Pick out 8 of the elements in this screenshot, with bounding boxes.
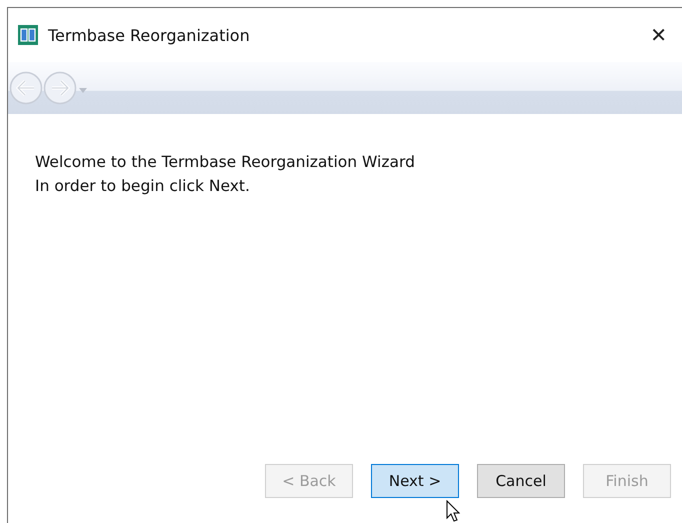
book-icon	[18, 25, 38, 45]
close-button[interactable]: ✕	[644, 23, 673, 47]
window-title: Termbase Reorganization	[48, 26, 250, 44]
wizard-text: Welcome to the Termbase Reorganization Wizard	[35, 152, 416, 173]
wizard-button[interactable]: Next >	[371, 464, 459, 498]
dropdown-caret-icon[interactable]	[79, 88, 87, 92]
wizard-text: In order to begin click Next.	[35, 176, 251, 197]
wizard-button[interactable]: Cancel	[477, 464, 565, 498]
